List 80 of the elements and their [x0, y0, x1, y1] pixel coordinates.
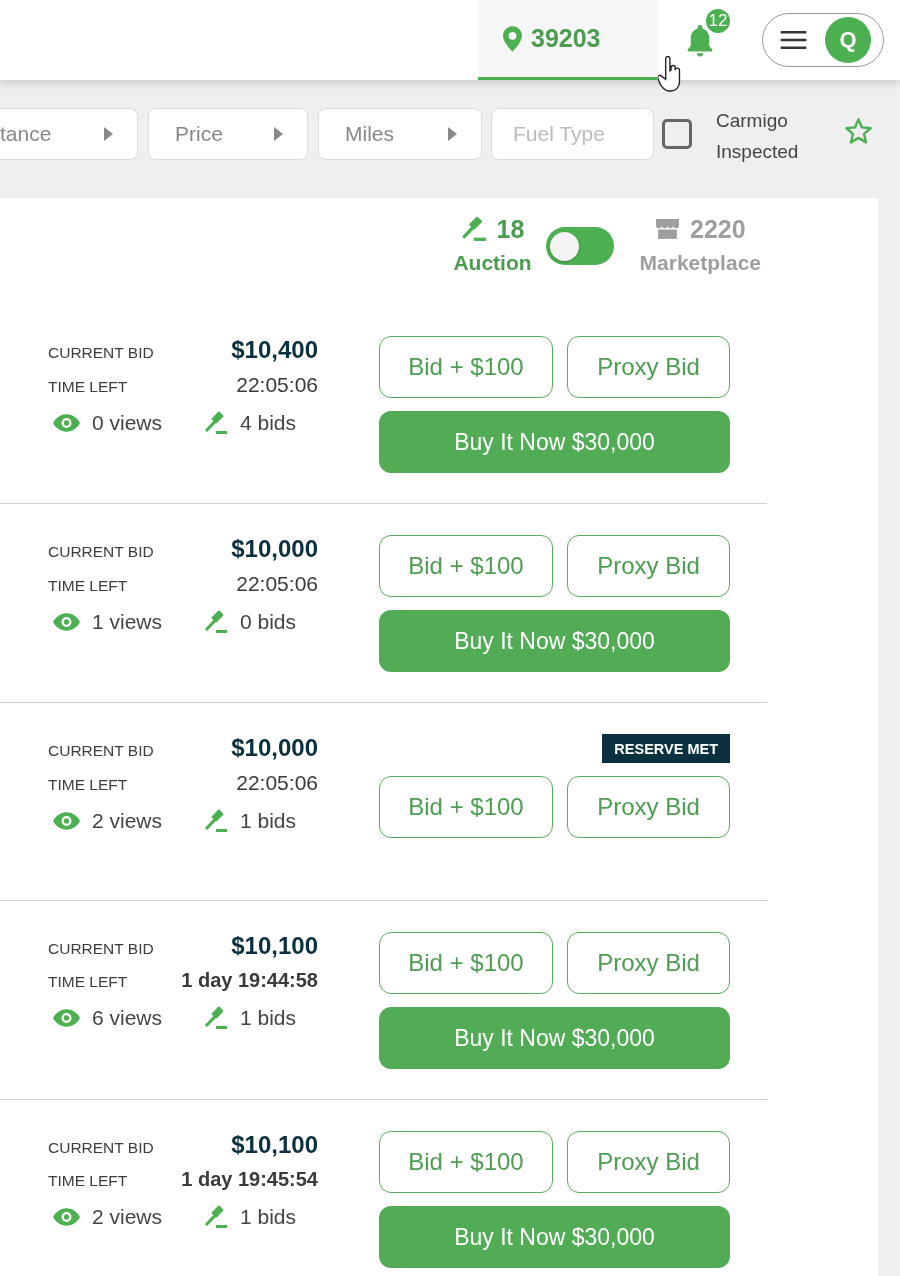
notification-count-badge: 12 — [704, 7, 732, 35]
views-count: 0 views — [92, 411, 163, 435]
current-bid-value: $10,000 — [231, 535, 318, 563]
filter-dropdown[interactable]: Price — [148, 108, 308, 160]
bid-button[interactable]: Proxy Bid — [567, 776, 730, 838]
bid-button[interactable]: Proxy Bid — [567, 336, 730, 398]
views-count: 1 views — [92, 610, 163, 634]
bids-count: 1 bids — [240, 1205, 297, 1229]
caret-icon — [104, 127, 113, 141]
listing-count: 2220 — [690, 214, 746, 244]
caret-icon — [448, 127, 457, 141]
gavel-icon — [460, 216, 487, 242]
gavel-icon — [204, 1205, 228, 1229]
caret-icon — [274, 127, 283, 141]
current-bid-value: $10,400 — [231, 336, 318, 364]
current-bid-value: $10,000 — [231, 734, 318, 762]
bid-button[interactable]: Proxy Bid — [567, 535, 730, 597]
time-left-value: 22:05:06 — [236, 373, 318, 397]
views-count: 2 views — [92, 809, 163, 833]
toggle-thumb[interactable] — [549, 231, 579, 261]
field-label: CURRENT BID — [48, 543, 154, 561]
field-label: TIME LEFT — [48, 577, 128, 595]
field-label: CURRENT BID — [48, 1139, 154, 1157]
bid-button[interactable]: Bid + $100 — [379, 535, 553, 597]
gavel-icon — [204, 1006, 228, 1030]
field-label: CURRENT BID — [48, 344, 154, 362]
reserve-met-badge: RESERVE MET — [602, 734, 730, 763]
field-label: TIME LEFT — [48, 378, 128, 396]
field-label: TIME LEFT — [48, 973, 128, 991]
bid-button[interactable]: Bid + $100 — [379, 776, 553, 838]
buy-now-button[interactable]: Buy It Now $30,000 — [379, 411, 730, 473]
account-menu-button[interactable]: Q — [762, 13, 884, 67]
eye-icon — [53, 812, 80, 830]
buy-now-button[interactable]: Buy It Now $30,000 — [379, 1206, 730, 1268]
field-label: TIME LEFT — [48, 1172, 128, 1190]
time-left-value: 1 day 19:44:58 — [181, 969, 318, 992]
current-bid-value: $10,100 — [231, 932, 318, 960]
time-left-value: 1 day 19:45:54 — [181, 1168, 318, 1191]
mode-label[interactable]: Marketplace — [639, 248, 761, 278]
eye-icon — [53, 414, 80, 432]
bids-count: 1 bids — [240, 809, 297, 833]
filter-dropdown[interactable]: tance — [0, 108, 138, 160]
map-pin-icon — [503, 25, 522, 52]
views-count: 6 views — [92, 1006, 163, 1030]
bids-count: 0 bids — [240, 610, 297, 634]
location-tab[interactable]: 39203 — [478, 0, 658, 80]
bids-count: 4 bids — [240, 411, 297, 435]
time-left-value: 22:05:06 — [236, 771, 318, 795]
listing-count: 18 — [496, 214, 525, 244]
menu-icon — [780, 30, 807, 50]
buy-now-button[interactable]: Buy It Now $30,000 — [379, 610, 730, 672]
bid-button[interactable]: Bid + $100 — [379, 1131, 553, 1193]
gavel-icon — [204, 809, 228, 833]
avatar: Q — [825, 17, 871, 63]
views-count: 2 views — [92, 1205, 163, 1229]
gavel-icon — [204, 411, 228, 435]
gavel-icon — [204, 610, 228, 634]
field-label: CURRENT BID — [48, 742, 154, 760]
mode-toggle[interactable] — [545, 227, 614, 265]
bid-button[interactable]: Bid + $100 — [379, 336, 553, 398]
bid-button[interactable]: Proxy Bid — [567, 1131, 730, 1193]
star-icon[interactable] — [844, 117, 873, 146]
eye-icon — [53, 1208, 80, 1226]
time-left-value: 22:05:06 — [236, 572, 318, 596]
bids-count: 1 bids — [240, 1006, 297, 1030]
inspected-checkbox[interactable] — [662, 119, 692, 149]
eye-icon — [53, 1009, 80, 1027]
mode-label[interactable]: Auction — [453, 248, 532, 278]
bid-button[interactable]: Proxy Bid — [567, 932, 730, 994]
fuel-type-field[interactable]: Fuel Type — [491, 108, 654, 160]
current-bid-value: $10,100 — [231, 1131, 318, 1159]
filter-dropdown[interactable]: Miles — [318, 108, 482, 160]
notification-bell-icon[interactable] — [685, 25, 715, 57]
field-label: CURRENT BID — [48, 940, 154, 958]
storefront-icon — [655, 218, 680, 240]
buy-now-button[interactable]: Buy It Now $30,000 — [379, 1007, 730, 1069]
bid-button[interactable]: Bid + $100 — [379, 932, 553, 994]
eye-icon — [53, 613, 80, 631]
checkbox-label: Carmigo Inspected — [716, 109, 800, 164]
field-label: TIME LEFT — [48, 776, 128, 794]
